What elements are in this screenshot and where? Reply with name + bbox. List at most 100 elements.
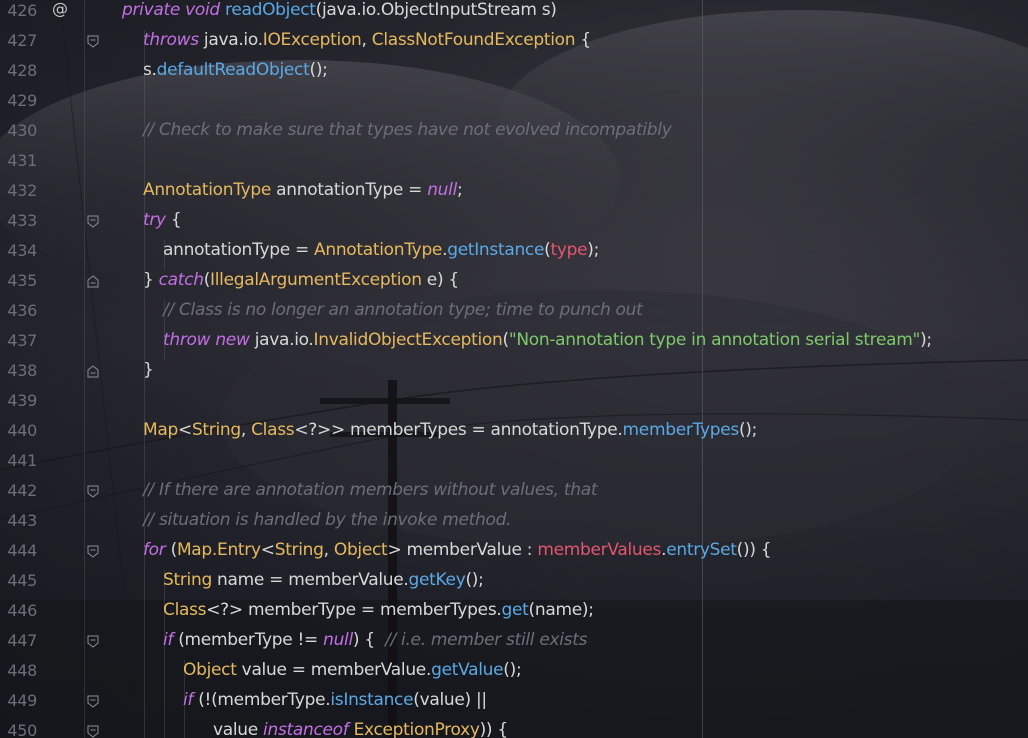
code-token: (value) || [413, 690, 487, 710]
code-line[interactable]: 433 try { [0, 207, 1028, 237]
code-text[interactable]: if (memberType != null) { // i.e. member… [163, 630, 587, 650]
code-line[interactable]: 430 // Check to make sure that types have… [0, 117, 1028, 147]
code-text[interactable]: value instanceof ExceptionProxy)) { [213, 720, 508, 738]
code-line[interactable]: 439 [0, 387, 1028, 417]
line-number[interactable]: 432 [0, 181, 37, 200]
code-token: Class [163, 600, 207, 620]
line-number[interactable]: 443 [0, 511, 37, 530]
line-number[interactable]: 440 [0, 421, 37, 440]
code-token: String [274, 540, 324, 560]
code-text[interactable]: Map<String, Class<?>> memberTypes = anno… [143, 420, 757, 440]
code-text[interactable]: Class<?> memberType = memberTypes.get(na… [163, 600, 594, 620]
line-number[interactable]: 429 [0, 91, 37, 110]
code-token: (); [503, 660, 522, 680]
line-number[interactable]: 435 [0, 271, 37, 290]
code-editor[interactable]: 426 @ private void readObject(java.io.Obje… [0, 0, 1028, 738]
code-token: (name); [528, 600, 594, 620]
code-text[interactable]: throws java.io.IOException, ClassNotFoun… [143, 30, 591, 50]
code-line[interactable]: 447 if (memberType != null) { // i.e. mem… [0, 627, 1028, 657]
code-token: if [163, 630, 179, 650]
code-text[interactable]: // Check to make sure that types have no… [143, 120, 672, 140]
code-text[interactable]: // situation is handled by the invoke me… [143, 510, 511, 530]
code-text[interactable]: } [143, 360, 154, 380]
line-number[interactable]: 427 [0, 31, 37, 50]
code-text[interactable]: String name = memberValue.getKey(); [163, 570, 484, 590]
fold-collapse-icon[interactable] [87, 695, 99, 708]
line-number[interactable]: 446 [0, 601, 37, 620]
code-line[interactable]: 436 // Class is no longer an annotation t… [0, 297, 1028, 327]
code-line[interactable]: 434 annotationType = AnnotationType.getIn… [0, 237, 1028, 267]
fold-collapse-icon[interactable] [87, 545, 99, 558]
code-line[interactable]: 441 [0, 447, 1028, 477]
line-number[interactable]: 445 [0, 571, 37, 590]
code-line[interactable]: 427 throws java.io.IOException, ClassNotF… [0, 27, 1028, 57]
line-number[interactable]: 426 [0, 1, 37, 20]
code-token: if [183, 690, 199, 710]
code-line[interactable]: 437 throw new java.io.InvalidObjectExcept… [0, 327, 1028, 357]
line-number[interactable]: 437 [0, 331, 37, 350]
line-number[interactable]: 447 [0, 631, 37, 650]
code-text[interactable]: // Class is no longer an annotation type… [163, 300, 643, 320]
line-number[interactable]: 448 [0, 661, 37, 680]
code-token: , [240, 420, 252, 440]
code-line[interactable]: 443 // situation is handled by the invoke… [0, 507, 1028, 537]
code-token: Map [143, 420, 178, 440]
line-number[interactable]: 439 [0, 391, 37, 410]
fold-collapse-icon[interactable] [87, 35, 99, 48]
code-line[interactable]: 432 AnnotationType annotationType = null; [0, 177, 1028, 207]
line-number[interactable]: 430 [0, 121, 37, 140]
code-token: AnnotationType [143, 180, 272, 200]
code-text[interactable]: s.defaultReadObject(); [143, 60, 328, 80]
code-text[interactable]: try { [143, 210, 182, 230]
code-token: // If there are annotation members witho… [143, 480, 598, 500]
code-text[interactable]: if (!(memberType.isInstance(value) || [183, 690, 487, 710]
code-line[interactable]: 438} [0, 357, 1028, 387]
line-number[interactable]: 441 [0, 451, 37, 470]
code-token: Object [183, 660, 237, 680]
line-number[interactable]: 450 [0, 721, 37, 738]
code-line[interactable]: 428 s.defaultReadObject(); [0, 57, 1028, 87]
line-number[interactable]: 428 [0, 61, 37, 80]
code-token: entrySet [666, 540, 737, 560]
code-text[interactable]: for (Map.Entry<String, Object> memberVal… [143, 540, 772, 560]
code-text[interactable]: private void readObject(java.io.ObjectIn… [122, 0, 557, 20]
code-text[interactable]: Object value = memberValue.getValue(); [183, 660, 522, 680]
code-line[interactable]: 444 for (Map.Entry<String, Object> member… [0, 537, 1028, 567]
code-line[interactable]: 435 } catch(IllegalArgumentException e) { [0, 267, 1028, 297]
fold-collapse-icon[interactable] [87, 635, 99, 648]
code-line[interactable]: 448 Object value = memberValue.getValue()… [0, 657, 1028, 687]
code-line[interactable]: 449 if (!(memberType.isInstance(value) || [0, 687, 1028, 717]
code-line[interactable]: 440 Map<String, Class<?>> memberTypes = a… [0, 417, 1028, 447]
code-text[interactable]: // If there are annotation members witho… [143, 480, 598, 500]
code-text[interactable]: } catch(IllegalArgumentException e) { [143, 270, 459, 290]
code-text[interactable]: throw new java.io.InvalidObjectException… [163, 330, 932, 350]
code-token: // i.e. member still exists [385, 630, 588, 650]
code-line[interactable]: 450 value instanceof ExceptionProxy)) { [0, 717, 1028, 738]
code-line[interactable]: 442 // If there are annotation members wi… [0, 477, 1028, 507]
code-token: ()) { [736, 540, 772, 560]
code-token: // situation is handled by the invoke me… [143, 510, 512, 530]
code-line[interactable]: 445 String name = memberValue.getKey(); [0, 567, 1028, 597]
line-number[interactable]: 431 [0, 151, 37, 170]
line-number[interactable]: 438 [0, 361, 37, 380]
code-token: < [177, 420, 192, 440]
line-number[interactable]: 449 [0, 691, 37, 710]
code-line[interactable]: 446 Class<?> memberType = memberTypes.get… [0, 597, 1028, 627]
fold-end-icon[interactable] [87, 275, 99, 288]
code-token: , [323, 540, 334, 560]
line-number[interactable]: 442 [0, 481, 37, 500]
fold-end-icon[interactable] [87, 365, 99, 378]
code-line[interactable]: 426 @ private void readObject(java.io.Obje… [0, 0, 1028, 27]
line-number[interactable]: 444 [0, 541, 37, 560]
code-line[interactable]: 431 [0, 147, 1028, 177]
code-text[interactable]: annotationType = AnnotationType.getInsta… [163, 240, 599, 260]
line-number[interactable]: 436 [0, 301, 37, 320]
fold-collapse-icon[interactable] [87, 485, 99, 498]
code-text[interactable]: AnnotationType annotationType = null; [143, 180, 463, 200]
line-number[interactable]: 434 [0, 241, 37, 260]
fold-collapse-icon[interactable] [87, 215, 99, 228]
override-marker-icon[interactable]: @ [52, 0, 68, 18]
line-number[interactable]: 433 [0, 211, 37, 230]
code-line[interactable]: 429 [0, 87, 1028, 117]
fold-collapse-icon[interactable] [87, 725, 99, 738]
